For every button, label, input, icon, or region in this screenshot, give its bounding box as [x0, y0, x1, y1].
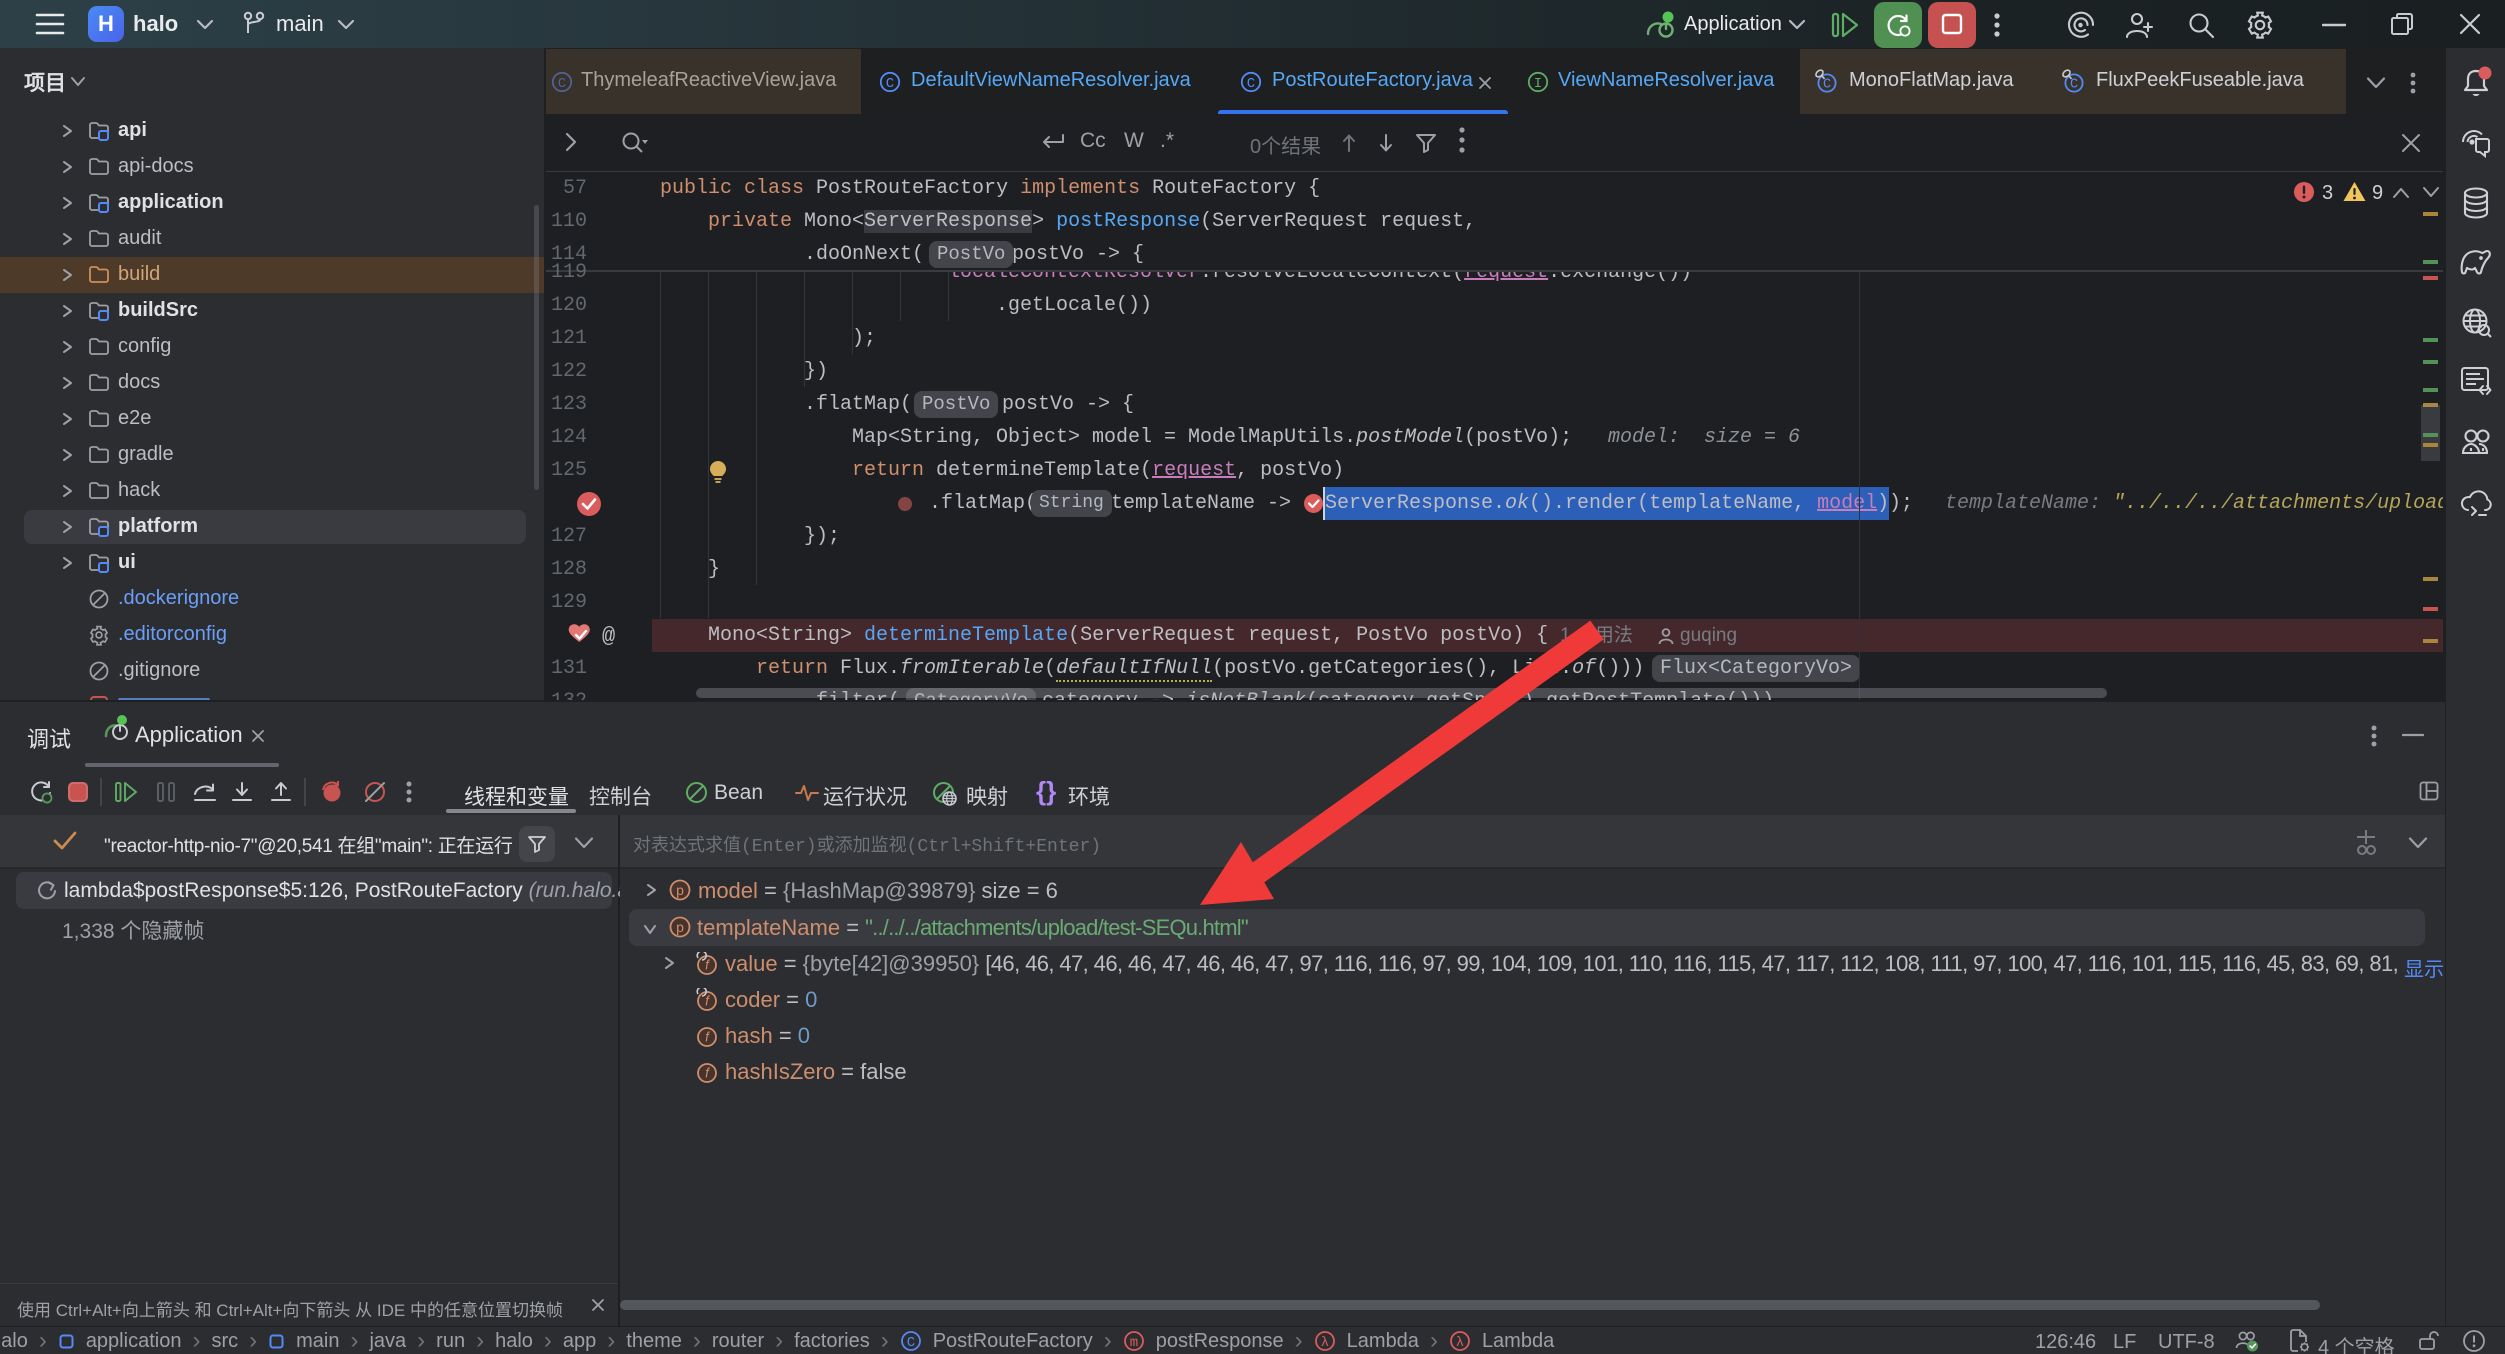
svg-text:I: I [1534, 76, 1542, 92]
svg-text:C: C [1247, 76, 1255, 92]
svg-text:C: C [1823, 78, 1831, 93]
svg-text:λ: λ [1456, 1335, 1464, 1351]
svg-text:C: C [558, 76, 566, 92]
svg-text:C: C [2070, 78, 2078, 93]
svg-text:p: p [676, 919, 684, 935]
svg-text:p: p [676, 882, 684, 898]
svg-text:C: C [886, 76, 894, 92]
svg-text:C: C [907, 1335, 915, 1351]
svg-text:λ: λ [1320, 1335, 1328, 1351]
svg-text:m: m [1130, 1335, 1138, 1351]
